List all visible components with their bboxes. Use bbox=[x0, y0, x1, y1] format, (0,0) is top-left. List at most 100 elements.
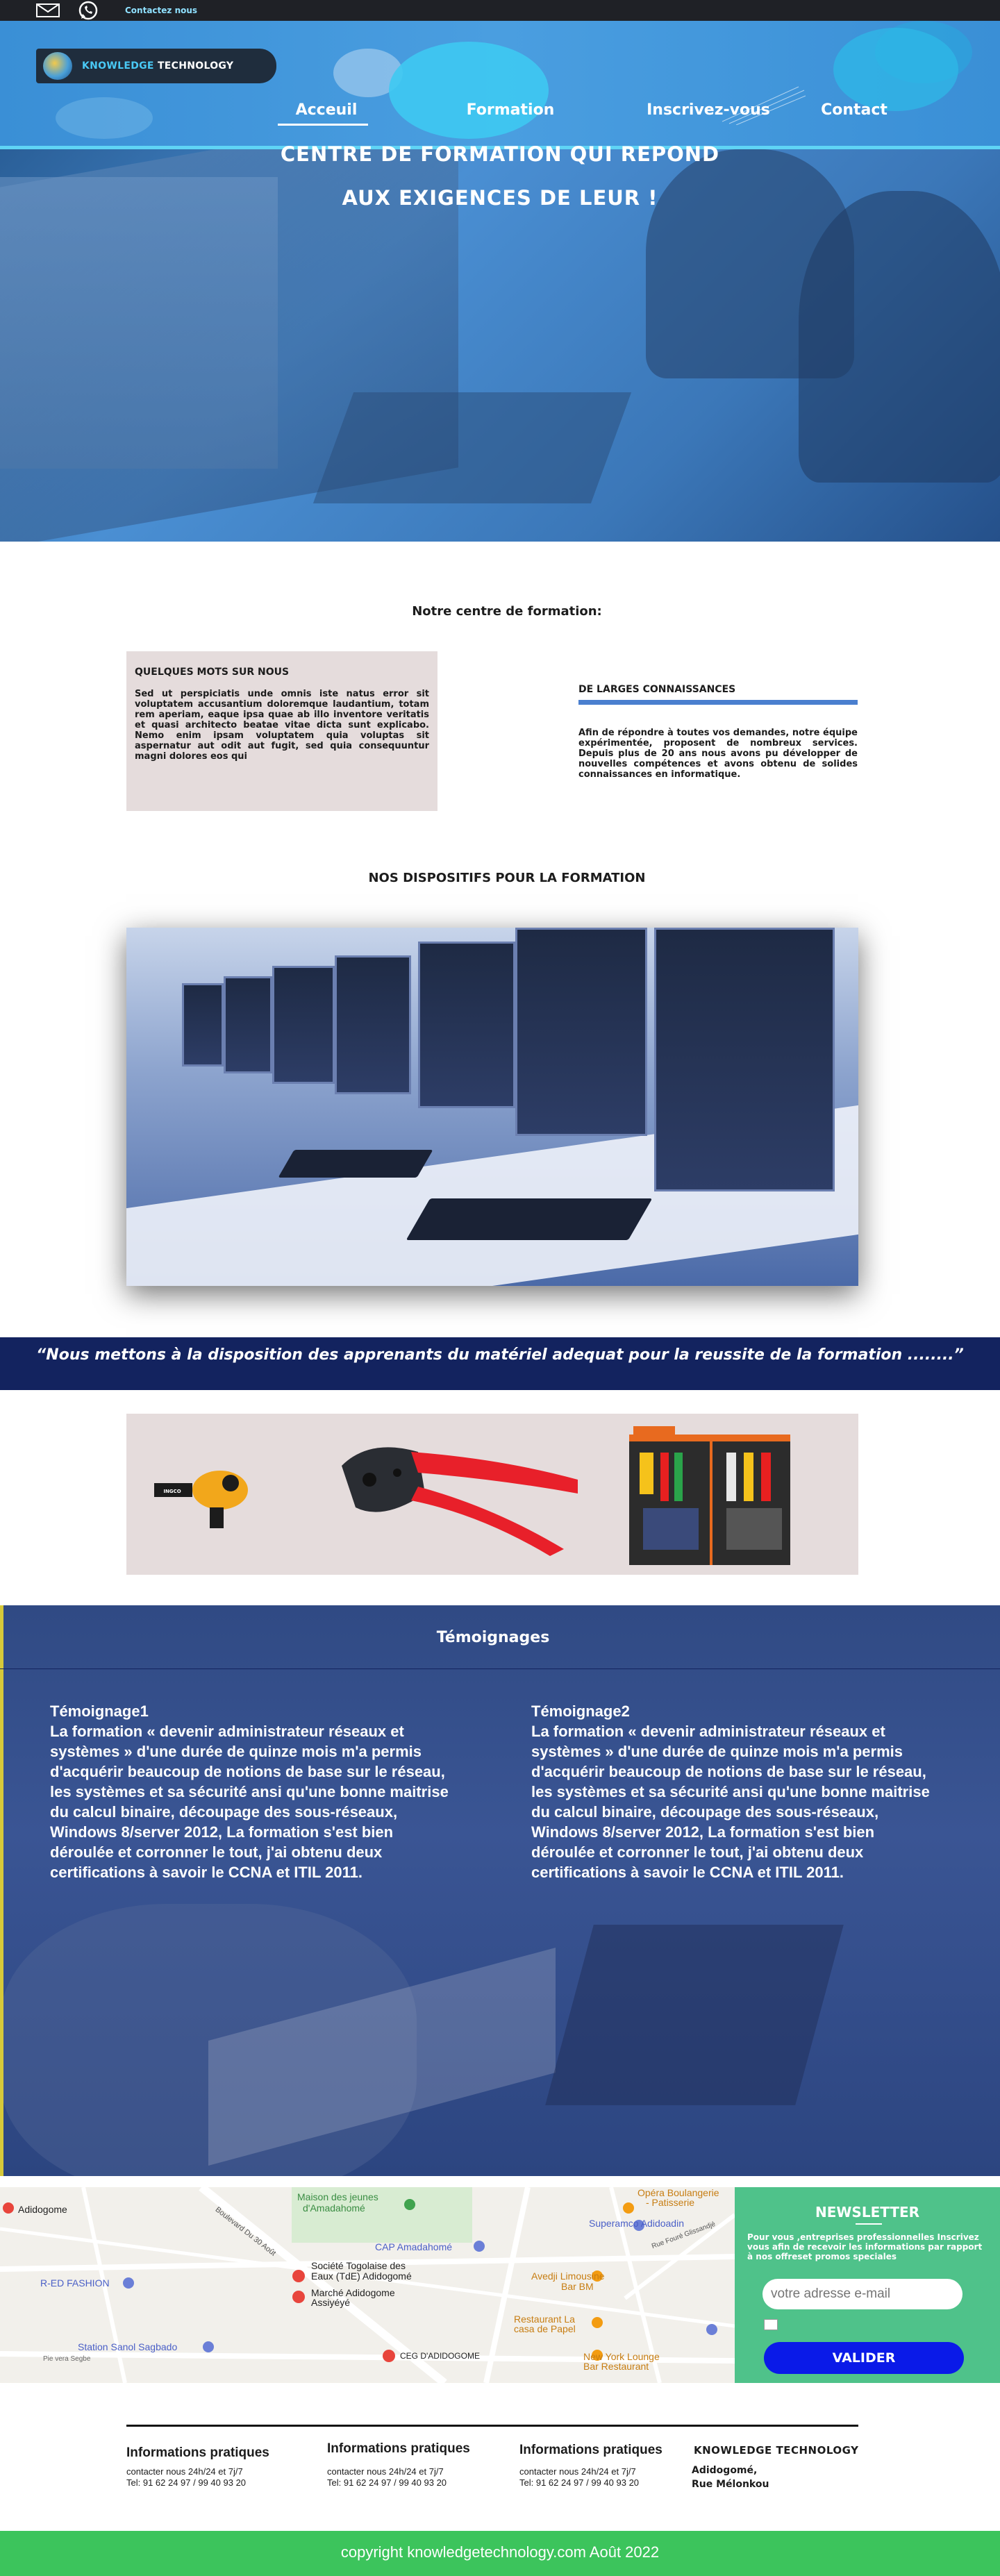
map-pin[interactable] bbox=[203, 2341, 214, 2352]
hero-keyboard-photo bbox=[312, 392, 632, 503]
info-line: contacter nous 24h/24 et 7j/7 bbox=[327, 2466, 444, 2477]
about-title: QUELQUES MOTS SUR NOUS bbox=[135, 667, 290, 678]
map-label: Assiyéyé bbox=[311, 2297, 351, 2308]
map-label: Avedji Limousine bbox=[531, 2270, 605, 2282]
info-line: Tel: 91 62 24 97 / 99 40 93 20 bbox=[519, 2477, 640, 2488]
lab-keyboard bbox=[406, 1198, 653, 1240]
tools-box: INGCO bbox=[126, 1414, 858, 1575]
decorative-bubble bbox=[389, 42, 549, 139]
testimonial-title: Témoignage2 bbox=[531, 1703, 630, 1720]
location-map[interactable]: Adidogome Maison des jeunes d'Amadahomé … bbox=[0, 2187, 735, 2383]
top-contact-bar: Contactez nous bbox=[0, 0, 1000, 21]
testimonials-divider bbox=[0, 1668, 1000, 1669]
newsletter-email-input[interactable] bbox=[762, 2279, 962, 2309]
map-label: Maison des jeunes bbox=[297, 2191, 378, 2202]
logo-text: KNOWLEDGE TECHNOLOGY bbox=[82, 60, 233, 72]
computer-lab-photo bbox=[126, 928, 858, 1286]
copyright-text: copyright knowledgetechnology.com Août 2… bbox=[340, 2543, 660, 2561]
map-pin[interactable] bbox=[123, 2277, 134, 2289]
map-pin[interactable] bbox=[292, 2291, 305, 2303]
hero-title-line1: CENTRE DE FORMATION QUI REPOND bbox=[280, 142, 720, 166]
map-label: Bar BM bbox=[561, 2281, 594, 2292]
blower-brand-text: INGCO bbox=[163, 1489, 181, 1494]
map-pin[interactable] bbox=[474, 2241, 485, 2252]
map-label: - Patisserie bbox=[646, 2197, 695, 2208]
footer-divider bbox=[126, 2425, 858, 2427]
map-label: Station Sanol Sagbado bbox=[78, 2341, 178, 2352]
map-label: Pie vera Segbe bbox=[43, 2355, 91, 2363]
map-label: Société Togolaise des bbox=[311, 2260, 406, 2271]
newsletter-submit-button[interactable]: VALIDER bbox=[764, 2342, 964, 2374]
logo-text-part2: TECHNOLOGY bbox=[153, 60, 234, 72]
lab-monitor bbox=[654, 928, 835, 1191]
blower-tool-image: INGCO bbox=[154, 1471, 248, 1528]
map-pin[interactable] bbox=[623, 2202, 634, 2214]
testimonial-card: Témoignage2 La formation « devenir admin… bbox=[531, 1701, 934, 1882]
about-box: QUELQUES MOTS SUR NOUS Sed ut perspiciat… bbox=[126, 651, 438, 811]
toolkit-case-image bbox=[629, 1426, 790, 1565]
nav-formation[interactable]: Formation bbox=[458, 101, 562, 119]
lab-monitor bbox=[272, 966, 335, 1084]
info-line: contacter nous 24h/24 et 7j/7 bbox=[519, 2466, 636, 2477]
hero-title-line2: AUX EXIGENCES DE LEUR ! bbox=[342, 186, 658, 210]
newsletter-checkbox[interactable] bbox=[764, 2319, 778, 2330]
about-text: Sed ut perspiciatis unde omnis iste natu… bbox=[135, 689, 429, 762]
centre-heading: Notre centre de formation: bbox=[412, 604, 602, 619]
lab-monitor bbox=[418, 942, 515, 1108]
map-label: Adidogome bbox=[18, 2204, 67, 2215]
testimonial-title: Témoignage1 bbox=[50, 1703, 149, 1720]
map-pin[interactable] bbox=[3, 2202, 14, 2214]
nav-signup[interactable]: Inscrivez-vous bbox=[639, 101, 778, 119]
lab-monitor bbox=[515, 928, 647, 1136]
nav-home[interactable]: Acceuil bbox=[278, 101, 375, 119]
knowledge-text: Afin de répondre à toutes vos demandes, … bbox=[578, 728, 858, 780]
testimonials-edge bbox=[0, 1605, 3, 2176]
info-line: Tel: 91 62 24 97 / 99 40 93 20 bbox=[126, 2477, 247, 2488]
map-label: d'Amadahomé bbox=[303, 2202, 365, 2214]
map-pin[interactable] bbox=[592, 2317, 603, 2328]
crimping-plier-image bbox=[342, 1447, 578, 1556]
knowledge-accent-bar bbox=[578, 700, 858, 705]
map-label: Bar Restaurant bbox=[583, 2361, 649, 2372]
hero-screen-photo bbox=[0, 177, 278, 469]
map-pin[interactable] bbox=[292, 2270, 305, 2282]
testimonials-heading: Témoignages bbox=[436, 1629, 550, 1646]
mail-icon[interactable] bbox=[36, 3, 60, 17]
quote-text: “Nous mettons à la disposition des appre… bbox=[36, 1346, 964, 1364]
site-header: KNOWLEDGE TECHNOLOGY bbox=[0, 21, 1000, 146]
nav-contact[interactable]: Contact bbox=[806, 101, 903, 119]
newsletter-text: Pour vous ,entreprises professionnelles … bbox=[747, 2232, 983, 2261]
decorative-bubble bbox=[56, 97, 153, 139]
footer-company-name: KNOWLEDGE TECHNOLOGY bbox=[694, 2444, 859, 2457]
map-label: CEG D'ADIDOGOME bbox=[400, 2351, 480, 2361]
newsletter-title: NEWSLETTER bbox=[815, 2204, 920, 2220]
nav-active-underline bbox=[278, 124, 368, 126]
lab-monitor bbox=[224, 976, 272, 1073]
logo-text-part1: KNOWLEDGE bbox=[82, 60, 154, 72]
map-label: casa de Papel bbox=[514, 2323, 576, 2334]
footer-address-line: Rue Mélonkou bbox=[692, 2479, 769, 2490]
newsletter-underline bbox=[856, 2223, 882, 2225]
globe-logo-icon bbox=[43, 52, 72, 80]
map-label: Superamco Adidoadin bbox=[589, 2218, 684, 2229]
map-pin[interactable] bbox=[404, 2199, 415, 2210]
info-line: contacter nous 24h/24 et 7j/7 bbox=[126, 2466, 243, 2477]
testimonials-section bbox=[0, 1605, 1000, 2176]
lab-monitor bbox=[182, 983, 224, 1067]
site-logo[interactable]: KNOWLEDGE TECHNOLOGY bbox=[36, 49, 276, 83]
testimonials-bg-photo bbox=[545, 1925, 844, 2105]
hero-person-photo bbox=[799, 191, 1000, 483]
devices-heading: NOS DISPOSITIFS POUR LA FORMATION bbox=[368, 871, 646, 885]
info-title: Informations pratiques bbox=[126, 2445, 269, 2460]
whatsapp-icon[interactable] bbox=[78, 0, 99, 21]
testimonial-text: La formation « devenir administrateur ré… bbox=[50, 1723, 449, 1881]
quote-band bbox=[0, 1337, 1000, 1390]
contact-us-link[interactable]: Contactez nous bbox=[125, 6, 197, 15]
map-pin[interactable] bbox=[383, 2350, 395, 2362]
testimonial-card: Témoignage1 La formation « devenir admin… bbox=[50, 1701, 453, 1882]
map-label: R-ED FASHION bbox=[40, 2277, 110, 2289]
map-pin[interactable] bbox=[706, 2324, 717, 2335]
map-label: CAP Amadahomé bbox=[375, 2241, 453, 2252]
testimonial-text: La formation « devenir administrateur ré… bbox=[531, 1723, 930, 1881]
lab-keyboard bbox=[278, 1150, 433, 1178]
